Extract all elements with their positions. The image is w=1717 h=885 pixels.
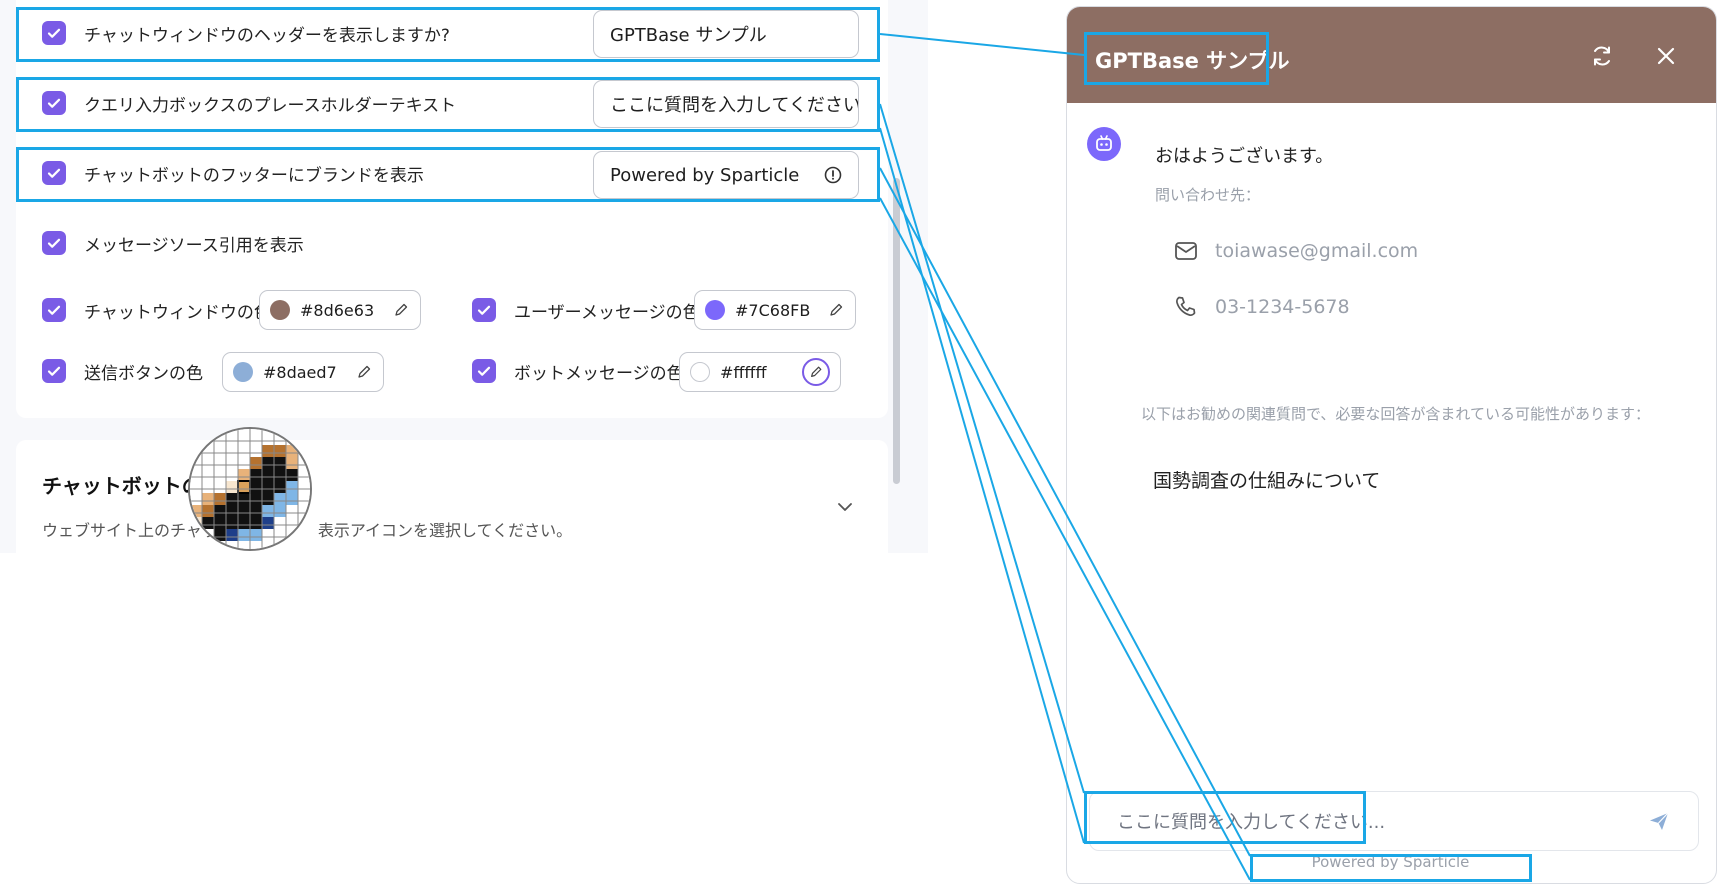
send-icon[interactable] [1647, 809, 1671, 833]
send-button-color-checkbox[interactable] [42, 359, 66, 383]
pencil-icon[interactable] [392, 301, 410, 319]
send-button-color-row: 送信ボタンの色 [42, 356, 203, 386]
source-citation-label: メッセージソース引用を表示 [84, 235, 304, 256]
user-message-color-label: ユーザーメッセージの色 [514, 302, 700, 323]
pencil-icon[interactable] [802, 358, 830, 386]
pencil-icon[interactable] [827, 301, 845, 319]
magnifier-grid [190, 429, 310, 549]
pixel-magnifier [188, 427, 312, 551]
source-citation-checkbox[interactable] [42, 231, 66, 255]
highlight-chat-title [1084, 32, 1269, 85]
email-link[interactable]: toiawase@gmail.com [1215, 240, 1418, 262]
close-icon[interactable] [1653, 43, 1679, 69]
bot-message-color-swatch [690, 362, 710, 382]
bot-avatar-icon [1087, 127, 1121, 161]
bot-message-color-label: ボットメッセージの色 [514, 363, 684, 384]
chat-window-color-input[interactable]: #8d6e63 [259, 290, 421, 330]
phone-link[interactable]: 03-1234-5678 [1215, 296, 1350, 318]
user-message-color-value: #7C68FB [735, 300, 811, 320]
chatbot-icon-section-description: ウェブサイト上のチャット 表示アイコンを選択してください。 [42, 517, 572, 541]
chat-window-color-value: #8d6e63 [300, 300, 375, 320]
highlight-chat-input [1084, 791, 1366, 844]
highlight-header-row [16, 7, 880, 62]
highlight-powered-by [1250, 854, 1532, 882]
bot-message-color-row: ボットメッセージの色 [472, 356, 684, 386]
chat-window-color-checkbox[interactable] [42, 298, 66, 322]
send-button-color-input[interactable]: #8daed7 [222, 352, 384, 392]
chat-window: GPTBase サンプル おはようございます。 問い合わせ先： toiawase… [1066, 6, 1717, 884]
chat-window-color-swatch [270, 300, 290, 320]
contact-label: 問い合わせ先： [1155, 186, 1261, 204]
user-message-color-row: ユーザーメッセージの色 [472, 295, 700, 325]
send-button-color-label: 送信ボタンの色 [84, 363, 203, 384]
bot-message-color-value: #ffffff [720, 362, 767, 382]
chat-window-color-label: チャットウィンドウの色 [84, 302, 271, 323]
pencil-icon[interactable] [355, 363, 373, 381]
bot-message-color-checkbox[interactable] [472, 359, 496, 383]
chat-window-color-row: チャットウィンドウの色 [42, 295, 271, 325]
recommendation-note: 以下はお勧めの関連質問で、必要な回答が含まれている可能性があります： [1141, 405, 1650, 423]
chevron-down-icon[interactable] [834, 496, 856, 518]
refresh-icon[interactable] [1589, 43, 1615, 69]
source-citation-row: メッセージソース引用を表示 [42, 228, 304, 258]
phone-row: 03-1234-5678 [1173, 294, 1350, 320]
email-row: toiawase@gmail.com [1173, 238, 1418, 264]
mail-icon [1175, 242, 1197, 260]
highlight-footer-row [16, 147, 880, 202]
suggested-question[interactable]: 国勢調査の仕組みについて [1153, 466, 1380, 493]
highlight-placeholder-row [16, 77, 880, 132]
bot-greeting: おはようございます。 [1155, 146, 1334, 167]
description-end: 表示アイコンを選択してください。 [317, 521, 573, 540]
user-message-color-swatch [705, 300, 725, 320]
scrollbar[interactable] [893, 178, 900, 484]
phone-icon [1176, 296, 1196, 316]
send-button-color-value: #8daed7 [263, 362, 337, 382]
bot-message-color-input[interactable]: #ffffff [679, 352, 841, 392]
user-message-color-input[interactable]: #7C68FB [694, 290, 856, 330]
send-button-color-swatch [233, 362, 253, 382]
chatbot-icon-section-title: チャットボットの [42, 474, 202, 498]
user-message-color-checkbox[interactable] [472, 298, 496, 322]
